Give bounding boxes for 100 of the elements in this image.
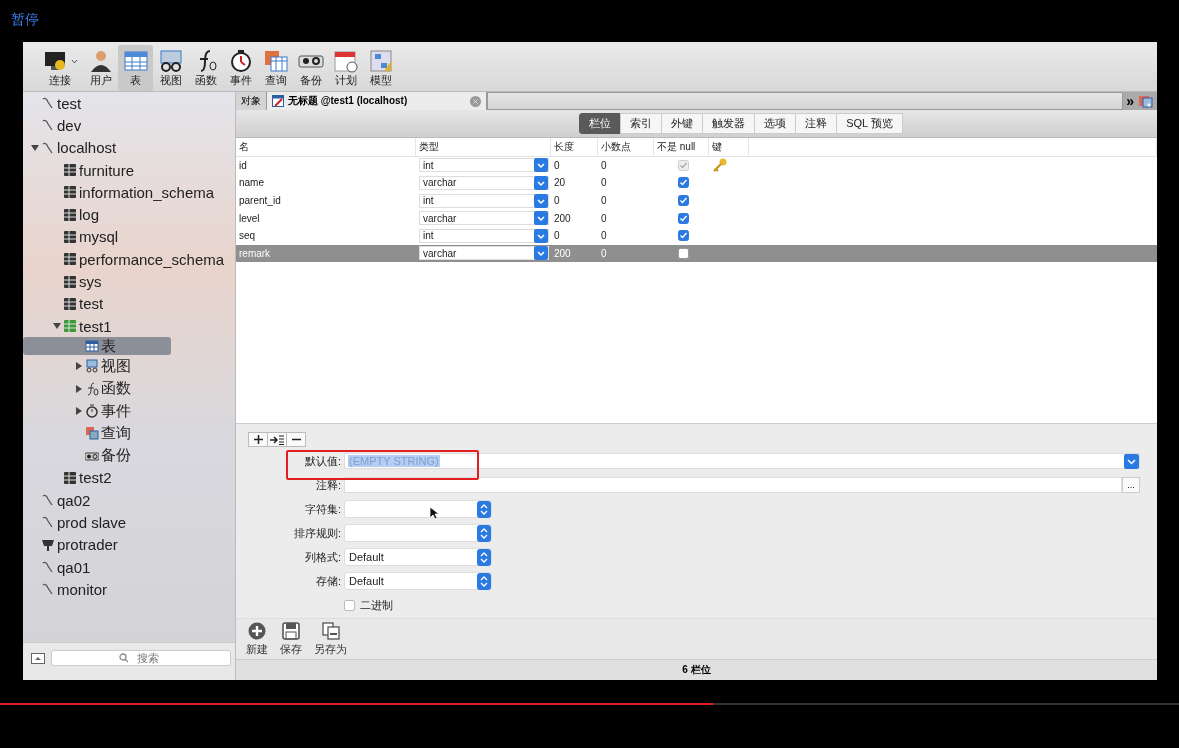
select-field[interactable]: Default [344, 548, 492, 566]
table-row[interactable]: remark varchar 200 0 [236, 244, 1157, 263]
collapsed-arrow-icon[interactable] [75, 362, 83, 371]
comment-field[interactable] [344, 477, 1122, 493]
tree-item[interactable]: test1 [23, 314, 235, 338]
column-header: 小数点 [598, 138, 654, 156]
tree-item[interactable]: 备份 [23, 444, 235, 467]
delete-field-button[interactable] [286, 432, 306, 447]
table-row[interactable]: id int 0 0 [236, 156, 1157, 175]
tree-item[interactable]: 函数 [23, 377, 235, 400]
tree-item[interactable]: sys [23, 270, 235, 293]
toolbar-button[interactable]: 计划 [328, 45, 363, 91]
tree-item[interactable]: test [23, 92, 235, 115]
type-dropdown[interactable]: int [419, 193, 549, 208]
section-tab[interactable]: SQL 预览 [836, 113, 903, 134]
table-cell: 200 [554, 247, 571, 259]
tree-item[interactable]: 表 [23, 337, 171, 356]
tree-icon [85, 339, 99, 354]
type-dropdown[interactable]: varchar [419, 176, 549, 190]
tree-item[interactable]: 视图 [23, 355, 235, 378]
type-dropdown[interactable]: int [419, 158, 549, 173]
tree-item[interactable]: test [23, 292, 235, 315]
toolbar-button[interactable]: 函数 [188, 45, 223, 91]
section-tab[interactable]: 注释 [795, 113, 838, 134]
tree-item[interactable]: furniture [23, 158, 235, 182]
table-row[interactable]: seq int 0 0 [236, 226, 1157, 245]
checkbox[interactable] [677, 212, 689, 224]
field-label: 注释: [314, 477, 342, 493]
type-dropdown[interactable]: varchar [419, 246, 549, 261]
toolbar-button[interactable]: 查询 [258, 45, 293, 91]
table-cell: seq [239, 230, 256, 242]
tree-item[interactable]: 查询 [23, 422, 235, 445]
document-tab[interactable]: 无标题 @test1 (localhost) [267, 92, 487, 110]
expanded-arrow-icon[interactable] [31, 143, 39, 152]
checkbox[interactable] [677, 247, 689, 259]
toolbar-button[interactable]: 视图 [153, 45, 188, 91]
section-tab[interactable]: 栏位 [579, 113, 622, 134]
select-field[interactable] [344, 524, 492, 542]
tree-item[interactable]: log [23, 203, 235, 226]
field-label: 字符集: [303, 501, 342, 517]
type-dropdown[interactable]: int [419, 228, 549, 243]
table-cell: id [239, 159, 247, 171]
select-field[interactable] [344, 500, 492, 518]
tree-item[interactable]: test2 [23, 466, 235, 490]
tree-icon [63, 319, 77, 334]
tree-icon [85, 404, 99, 418]
table-design-icon [272, 95, 284, 107]
toolbar-button[interactable]: 另存为 [314, 619, 347, 659]
table-cell: 0 [601, 230, 607, 242]
toolbar-button[interactable]: 备份 [293, 45, 328, 91]
search-field[interactable]: 搜索 [51, 650, 231, 666]
tree-item[interactable]: localhost [23, 136, 235, 159]
tree-item[interactable]: prod slave [23, 511, 235, 534]
section-tab[interactable]: 触发器 [702, 113, 756, 134]
tree-item[interactable]: dev [23, 114, 235, 137]
tree-item[interactable]: monitor [23, 578, 235, 601]
table-row[interactable]: level varchar 200 0 [236, 209, 1157, 227]
add-field-button[interactable] [248, 432, 268, 447]
table-row[interactable]: parent_id int 0 0 [236, 191, 1157, 210]
table-cell: name [239, 177, 264, 189]
select-field[interactable]: Default [344, 572, 492, 590]
collapsed-arrow-icon[interactable] [75, 407, 83, 415]
more-tabs-button[interactable]: » [1126, 94, 1134, 108]
toolbar-button[interactable]: 事件 [223, 45, 258, 91]
close-icon[interactable] [470, 95, 481, 107]
checkbox[interactable] [677, 177, 689, 189]
tree-item[interactable]: 事件 [23, 399, 235, 423]
new-tab-icon[interactable] [1138, 93, 1154, 109]
checkbox[interactable] [677, 195, 689, 207]
tree-item[interactable]: protrader [23, 533, 235, 556]
plus-circle-icon [247, 621, 267, 640]
tree-item[interactable]: information_schema [23, 181, 235, 204]
section-tab[interactable]: 选项 [754, 113, 797, 134]
sidebar-toggle-icon[interactable] [31, 653, 45, 664]
tree-item[interactable]: performance_schema [23, 248, 235, 271]
toolbar-button[interactable]: 连接 [37, 45, 83, 91]
insert-field-button[interactable] [267, 432, 287, 447]
checkbox[interactable] [677, 230, 689, 242]
toolbar-button[interactable]: 保存 [280, 619, 302, 659]
toolbar-button[interactable]: 模型 [363, 45, 398, 91]
chevron-down-icon [534, 158, 548, 173]
document-tab[interactable]: 对象 [236, 92, 267, 110]
toolbar-button[interactable]: 用户 [83, 45, 118, 91]
tree-item[interactable]: qa02 [23, 489, 235, 512]
section-tab[interactable]: 索引 [620, 113, 663, 134]
binary-checkbox[interactable]: 二进制 [344, 597, 393, 613]
section-tab[interactable]: 外键 [661, 113, 704, 134]
toolbar-button[interactable]: 新建 [246, 619, 268, 659]
chevron-down-icon[interactable] [1124, 453, 1139, 469]
expanded-arrow-icon[interactable] [53, 322, 61, 331]
collapsed-arrow-icon[interactable] [75, 384, 83, 393]
ellipsis-button[interactable]: ... [1122, 477, 1140, 493]
diagram-icon [367, 49, 394, 73]
tree-item[interactable]: qa01 [23, 555, 235, 579]
tree-icon [63, 470, 77, 485]
table-row[interactable]: name varchar 20 0 [236, 174, 1157, 192]
toolbar-button[interactable]: 表 [118, 45, 153, 91]
tree-item[interactable]: mysql [23, 225, 235, 249]
chevron-down-icon [534, 246, 548, 261]
type-dropdown[interactable]: varchar [419, 211, 549, 226]
